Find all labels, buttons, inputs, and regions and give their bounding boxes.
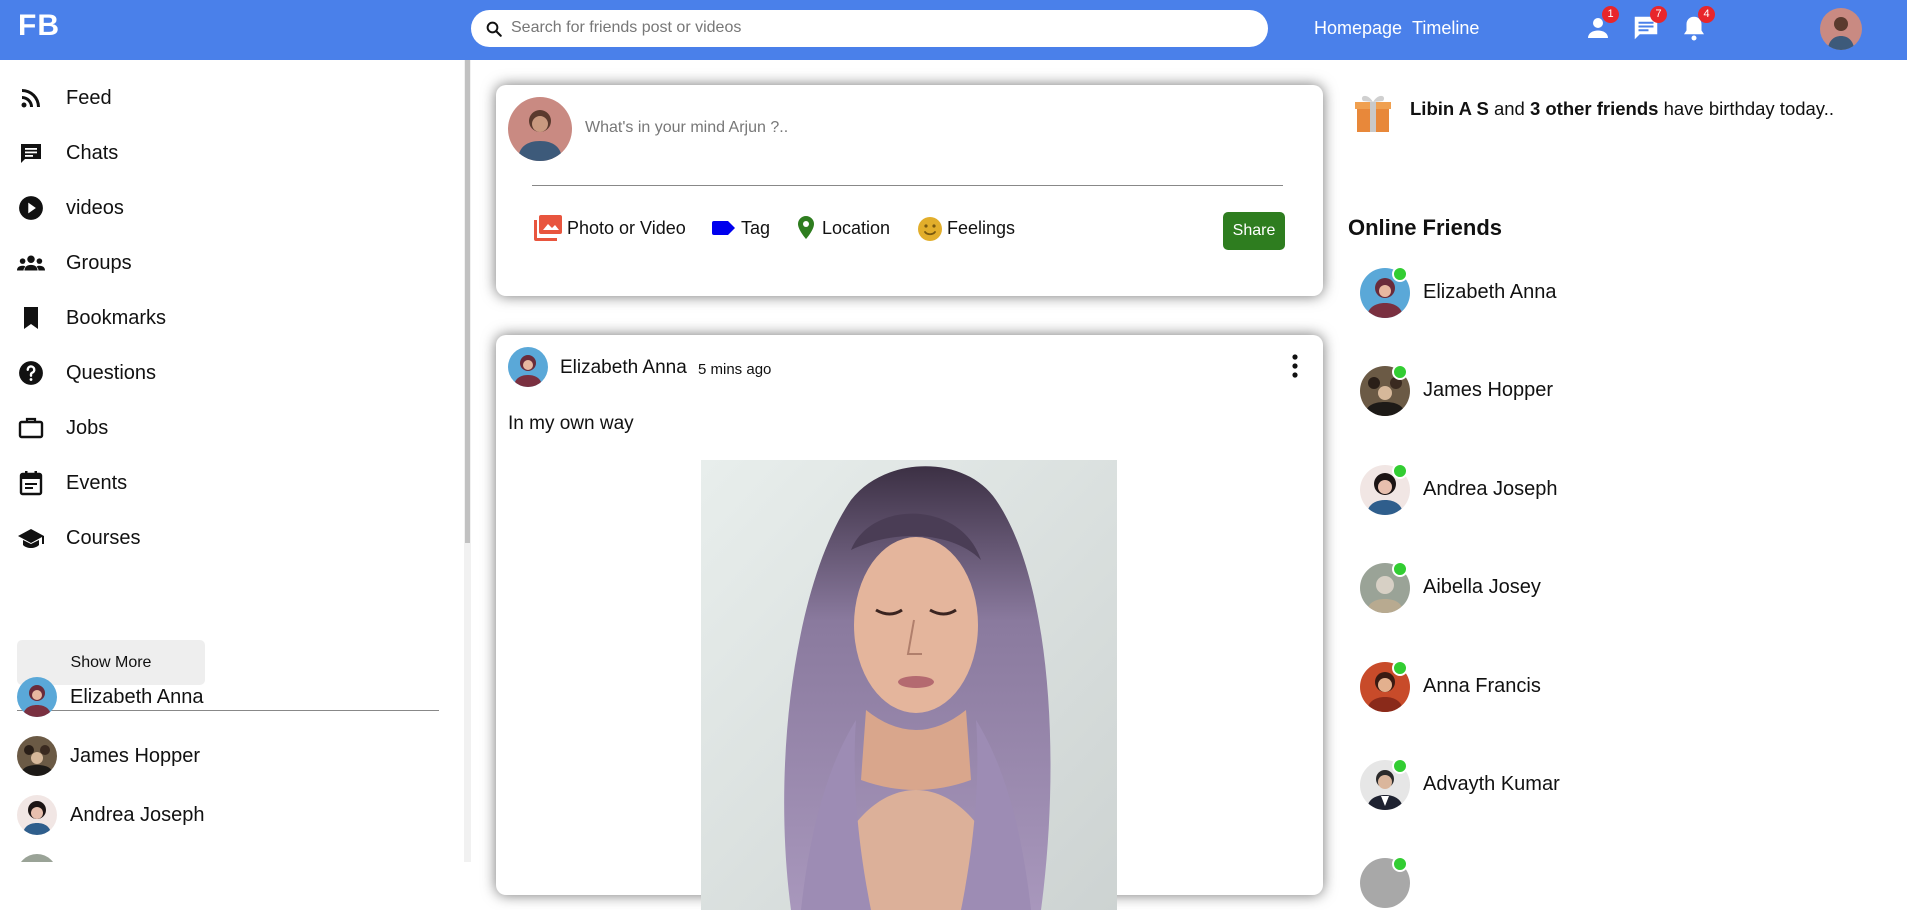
sidebar-item-label: Events — [66, 471, 128, 494]
divider — [17, 710, 439, 711]
sidebar-item-label: Groups — [66, 251, 132, 274]
sidebar-item-label: videos — [66, 196, 124, 219]
logo[interactable]: FB — [18, 9, 60, 43]
tag-option[interactable]: Tag — [710, 215, 770, 241]
friend-name: Advayth Kumar — [1423, 773, 1560, 795]
friend-name: Elizabeth Anna — [70, 685, 204, 708]
chat-icon — [17, 139, 45, 167]
help-circle-icon — [17, 359, 45, 387]
briefcase-icon — [17, 414, 45, 442]
friend-list-item[interactable]: Elizabeth Anna — [17, 677, 203, 717]
sidebar-item-feed[interactable]: Feed — [17, 83, 112, 113]
sidebar-item-videos[interactable]: videos — [17, 193, 124, 223]
birthday-name[interactable]: Libin A S — [1410, 98, 1489, 119]
search-input[interactable] — [511, 17, 1251, 39]
post-author[interactable]: Elizabeth Anna — [560, 357, 687, 379]
birthday-others[interactable]: 3 other friends — [1530, 98, 1659, 119]
sidebar-item-jobs[interactable]: Jobs — [17, 413, 108, 443]
friend-list-item[interactable] — [17, 854, 57, 862]
avatar[interactable] — [508, 97, 572, 161]
top-navbar: FB Homepage Timeline 1 7 4 — [0, 0, 1907, 60]
online-status-dot — [1392, 561, 1408, 577]
option-label: Feelings — [947, 217, 1016, 238]
online-status-dot — [1392, 364, 1408, 380]
feelings-option[interactable]: Feelings — [916, 215, 1015, 241]
post-text: In my own way — [508, 413, 634, 434]
avatar — [17, 677, 57, 717]
messages-badge: 7 — [1650, 6, 1667, 23]
share-button[interactable]: Share — [1223, 212, 1285, 250]
friend-name: Aibella Josey — [1423, 576, 1541, 598]
birthday-and: and — [1493, 98, 1525, 119]
friend-requests-button[interactable]: 1 — [1583, 6, 1619, 43]
search-icon — [486, 21, 502, 37]
birthday-notice: Libin A S and 3 other friends have birth… — [1410, 98, 1834, 120]
option-label: Tag — [741, 217, 771, 238]
status-input[interactable] — [585, 117, 1285, 139]
rss-feed-icon — [17, 84, 45, 112]
friend-name: James Hopper — [70, 744, 201, 767]
friend-name: James Hopper — [1423, 379, 1554, 401]
gift-icon — [1351, 90, 1395, 134]
sidebar-item-groups[interactable]: Groups — [17, 248, 132, 278]
share-card: Photo or Video Tag Location Feelings Sha… — [496, 85, 1323, 296]
friend-requests-badge: 1 — [1602, 6, 1619, 23]
bookmark-icon — [17, 304, 45, 332]
search-bar[interactable] — [471, 10, 1268, 47]
sidebar-item-events[interactable]: Events — [17, 468, 127, 498]
play-circle-icon — [17, 194, 45, 222]
online-status-dot — [1392, 266, 1408, 282]
photo-video-option[interactable]: Photo or Video — [532, 215, 686, 241]
online-status-dot — [1392, 758, 1408, 774]
avatar[interactable] — [508, 347, 548, 387]
friend-name: Elizabeth Anna — [1423, 281, 1557, 303]
profile-avatar[interactable] — [1820, 8, 1862, 50]
post-timestamp: 5 mins ago — [698, 361, 772, 378]
option-label: Photo or Video — [567, 217, 686, 238]
tag-label-icon — [712, 221, 735, 235]
post-card: Elizabeth Anna 5 mins ago In my own way — [496, 335, 1323, 910]
calendar-icon — [17, 469, 45, 497]
smiley-icon — [918, 217, 942, 241]
left-sidebar: Feed Chats videos Groups Bookmarks Quest… — [0, 60, 467, 862]
online-friends-title: Online Friends — [1348, 215, 1503, 240]
friend-list-item[interactable]: James Hopper — [17, 736, 200, 776]
sidebar-item-label: Chats — [66, 141, 119, 164]
online-status-dot — [1392, 856, 1408, 872]
online-status-dot — [1392, 660, 1408, 676]
birthday-suffix: have birthday today.. — [1663, 98, 1834, 119]
friend-list-item[interactable]: Andrea Joseph — [17, 795, 205, 835]
option-label: Location — [822, 217, 891, 238]
online-status-dot — [1392, 463, 1408, 479]
sidebar-item-label: Courses — [66, 526, 141, 549]
sidebar-item-bookmarks[interactable]: Bookmarks — [17, 303, 166, 333]
notifications-badge: 4 — [1698, 6, 1715, 23]
sidebar-item-questions[interactable]: Questions — [17, 358, 156, 388]
post-image[interactable] — [701, 460, 1117, 910]
group-icon — [17, 249, 45, 277]
sidebar-item-courses[interactable]: Courses — [17, 523, 140, 553]
sidebar-item-label: Feed — [66, 86, 112, 109]
friend-name: Andrea Joseph — [70, 803, 205, 826]
avatar — [17, 854, 57, 862]
notifications-button[interactable]: 4 — [1679, 6, 1715, 43]
sidebar-item-label: Jobs — [66, 416, 109, 439]
homepage-link[interactable]: Homepage — [1314, 18, 1402, 39]
timeline-link[interactable]: Timeline — [1412, 18, 1479, 39]
location-option[interactable]: Location — [793, 215, 890, 241]
sidebar-item-label: Questions — [66, 361, 157, 384]
avatar — [17, 795, 57, 835]
more-vert-icon[interactable] — [1285, 353, 1305, 379]
avatar — [17, 736, 57, 776]
location-pin-icon — [798, 216, 814, 239]
friend-name: Andrea Joseph — [1423, 478, 1558, 500]
friend-name: Anna Francis — [1423, 675, 1541, 697]
photo-library-icon — [534, 215, 562, 241]
sidebar-item-label: Bookmarks — [66, 306, 167, 329]
messages-button[interactable]: 7 — [1631, 6, 1667, 43]
divider — [532, 185, 1283, 186]
sidebar-item-chats[interactable]: Chats — [17, 138, 118, 168]
sidebar-scrollbar-thumb[interactable] — [465, 60, 470, 543]
school-icon — [17, 524, 45, 552]
